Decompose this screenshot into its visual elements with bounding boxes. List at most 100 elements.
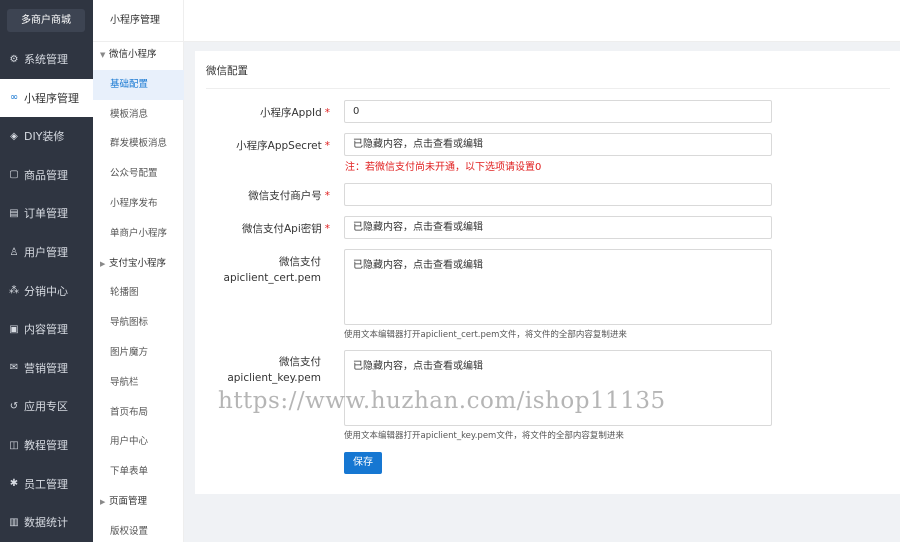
link-icon: ∞ [9,92,19,104]
wechat-pay-note: 注：若微信支付尚未开通，以下选项请设置0 [345,162,542,173]
subnav-group-16[interactable]: ▶ 页面管理 [93,487,184,517]
mchid-input[interactable] [344,183,772,206]
subnav-item-label: 轮播图 [110,287,139,299]
sidebar-item-2[interactable]: ∞ 小程序管理 [0,78,93,117]
subnav-item-11[interactable]: 图片魔方 [93,338,184,368]
subnav-group-1[interactable]: ▼ 微信小程序 [93,40,184,70]
required-mark: * [324,140,330,152]
sidebar-item-label: 数据统计 [24,516,68,530]
app-icon: ↺ [9,400,19,412]
subnav-item-label: 页面管理 [109,496,148,507]
subnav-item-label: 微信小程序 [109,49,157,60]
sidebar-item-label: 内容管理 [24,323,68,337]
sidebar-item-12[interactable]: ✱ 员工管理 [0,465,93,503]
sidebar-item-label: 商品管理 [24,168,68,182]
subnav-item-7[interactable]: 单商户小程序 [93,219,184,249]
cert-hint: 使用文本编辑器打开apiclient_cert.pem文件，将文件的全部内容复制… [344,330,627,340]
subnav-item-3[interactable]: 模板消息 [93,100,184,130]
subnav-item-2[interactable]: 基础配置 [93,69,184,100]
appid-label: 小程序AppId * [259,107,330,119]
key-hint: 使用文本编辑器打开apiclient_key.pem文件，将文件的全部内容复制进… [344,431,624,441]
sidebar-item-label: 小程序管理 [24,91,79,105]
subnav-item-6[interactable]: 小程序发布 [93,189,184,219]
gear-bold-icon: ✱ [9,478,19,490]
box-icon: ▢ [9,169,19,181]
order-icon: ▤ [9,207,19,219]
subnav-group-8[interactable]: ▶ 支付宝小程序 [93,249,184,279]
gear-icon: ⚙ [9,53,19,65]
subnav-item-label: 用户中心 [110,436,149,448]
network-icon: ⁂ [9,285,19,297]
subnav-item-label: 公众号配置 [110,168,158,180]
required-mark: * [324,223,330,235]
caret-down-icon: ▼ [100,51,106,59]
sidebar-item-10[interactable]: ↺ 应用专区 [0,387,93,425]
required-mark: * [324,107,330,119]
subnav-item-12[interactable]: 导航栏 [93,368,184,398]
panel-title: 微信配置 [206,65,248,77]
caret-right-icon: ▶ [100,259,106,268]
subnav-item-10[interactable]: 导航图标 [93,308,184,338]
subnav-item-label: 导航图标 [110,317,149,329]
mail-icon: ✉ [9,362,19,374]
divider [206,88,890,89]
subnav-title: 小程序管理 [93,0,184,42]
sidebar-item-label: 应用专区 [24,400,68,414]
sub-sidebar: 小程序管理 ▼ 微信小程序基础配置模板消息群发模板消息 公众号配置小程序发布单商户小… [93,0,184,542]
sidebar-item-label: 教程管理 [24,439,68,452]
subnav-item-label: 首页布局 [110,406,149,418]
book-icon: ◫ [9,439,19,451]
main-sidebar: 多商户商城 ⚙ 系统管理 ∞ 小程序管理 ◈ DIY装修 ▢ 商品管理 ▤ 订单管理 ♙ 用户管理 ⁂ 分… [0,0,93,542]
appsecret-label: 小程序AppSecret * [236,140,330,152]
key-label: 微信支付 apiclient_key.pem [227,356,321,384]
save-button[interactable]: 保存 [344,452,382,474]
sidebar-item-label: 订单管理 [24,207,68,221]
sidebar-item-9[interactable]: ✉ 营销管理 [0,349,93,387]
content-icon: ▣ [9,323,19,335]
required-mark: * [324,190,330,202]
sidebar-item-11[interactable]: ◫ 教程管理 [0,426,93,464]
appid-input[interactable]: 0 [344,100,772,123]
subnav-item-label: 模板消息 [110,108,149,120]
sidebar-item-label: 系统管理 [24,53,68,66]
user-icon: ♙ [9,246,19,258]
sidebar-item-13[interactable]: ▥ 数据统计 [0,503,93,541]
subnav-item-13[interactable]: 首页布局 [93,398,184,428]
subnav-item-label: 单商户小程序 [110,227,168,239]
subnav-item-15[interactable]: 下单表单 [93,457,184,487]
sidebar-item-label: 营销管理 [24,361,68,375]
subnav-item-label: 导航栏 [110,376,139,388]
sidebar-item-label: 用户管理 [24,246,68,259]
subnav-item-14[interactable]: 用户中心 [93,427,184,457]
sidebar-item-8[interactable]: ▣ 内容管理 [0,310,93,348]
subnav-item-5[interactable]: 公众号配置 [93,159,184,189]
sidebar-item-label: 员工管理 [24,477,68,491]
cert-textarea[interactable]: 已隐藏内容，点击查看或编辑 [344,249,772,325]
mchid-label: 微信支付商户号 * [248,190,330,202]
top-bar [184,0,900,42]
sidebar-item-1[interactable]: ⚙ 系统管理 [0,40,93,78]
subnav-item-label: 下单表单 [110,466,149,478]
sidebar-item-label: 分销中心 [24,284,68,298]
subnav-item-label: 支付宝小程序 [109,257,167,269]
appsecret-input[interactable]: 已隐藏内容，点击查看或编辑 [344,133,772,156]
caret-right-icon: ▶ [100,498,106,506]
subnav-item-17[interactable]: 版权设置 [93,517,184,542]
brand-logo[interactable]: 多商户商城 [7,9,85,32]
cert-label: 微信支付 apiclient_cert.pem [223,256,321,284]
subnav-item-label: 图片魔方 [110,347,149,358]
sidebar-item-5[interactable]: ▤ 订单管理 [0,194,93,232]
apikey-label: 微信支付Api密钥 * [241,223,330,235]
sidebar-item-4[interactable]: ▢ 商品管理 [0,156,93,194]
sidebar-item-7[interactable]: ⁂ 分销中心 [0,272,93,310]
subnav-item-label: 群发模板消息 [110,138,168,150]
subnav-item-4[interactable]: 群发模板消息 [93,129,184,159]
apikey-input[interactable]: 已隐藏内容，点击查看或编辑 [344,216,772,239]
subnav-item-label: 基础配置 [110,78,149,90]
subnav-item-9[interactable]: 轮播图 [93,278,184,308]
sidebar-item-3[interactable]: ◈ DIY装修 [0,117,93,155]
watermark-text: https://www.huzhan.com/ishop11135 [218,388,666,414]
sidebar-item-6[interactable]: ♙ 用户管理 [0,233,93,271]
sidebar-item-label: DIY装修 [24,130,65,144]
diy-icon: ◈ [10,130,18,142]
